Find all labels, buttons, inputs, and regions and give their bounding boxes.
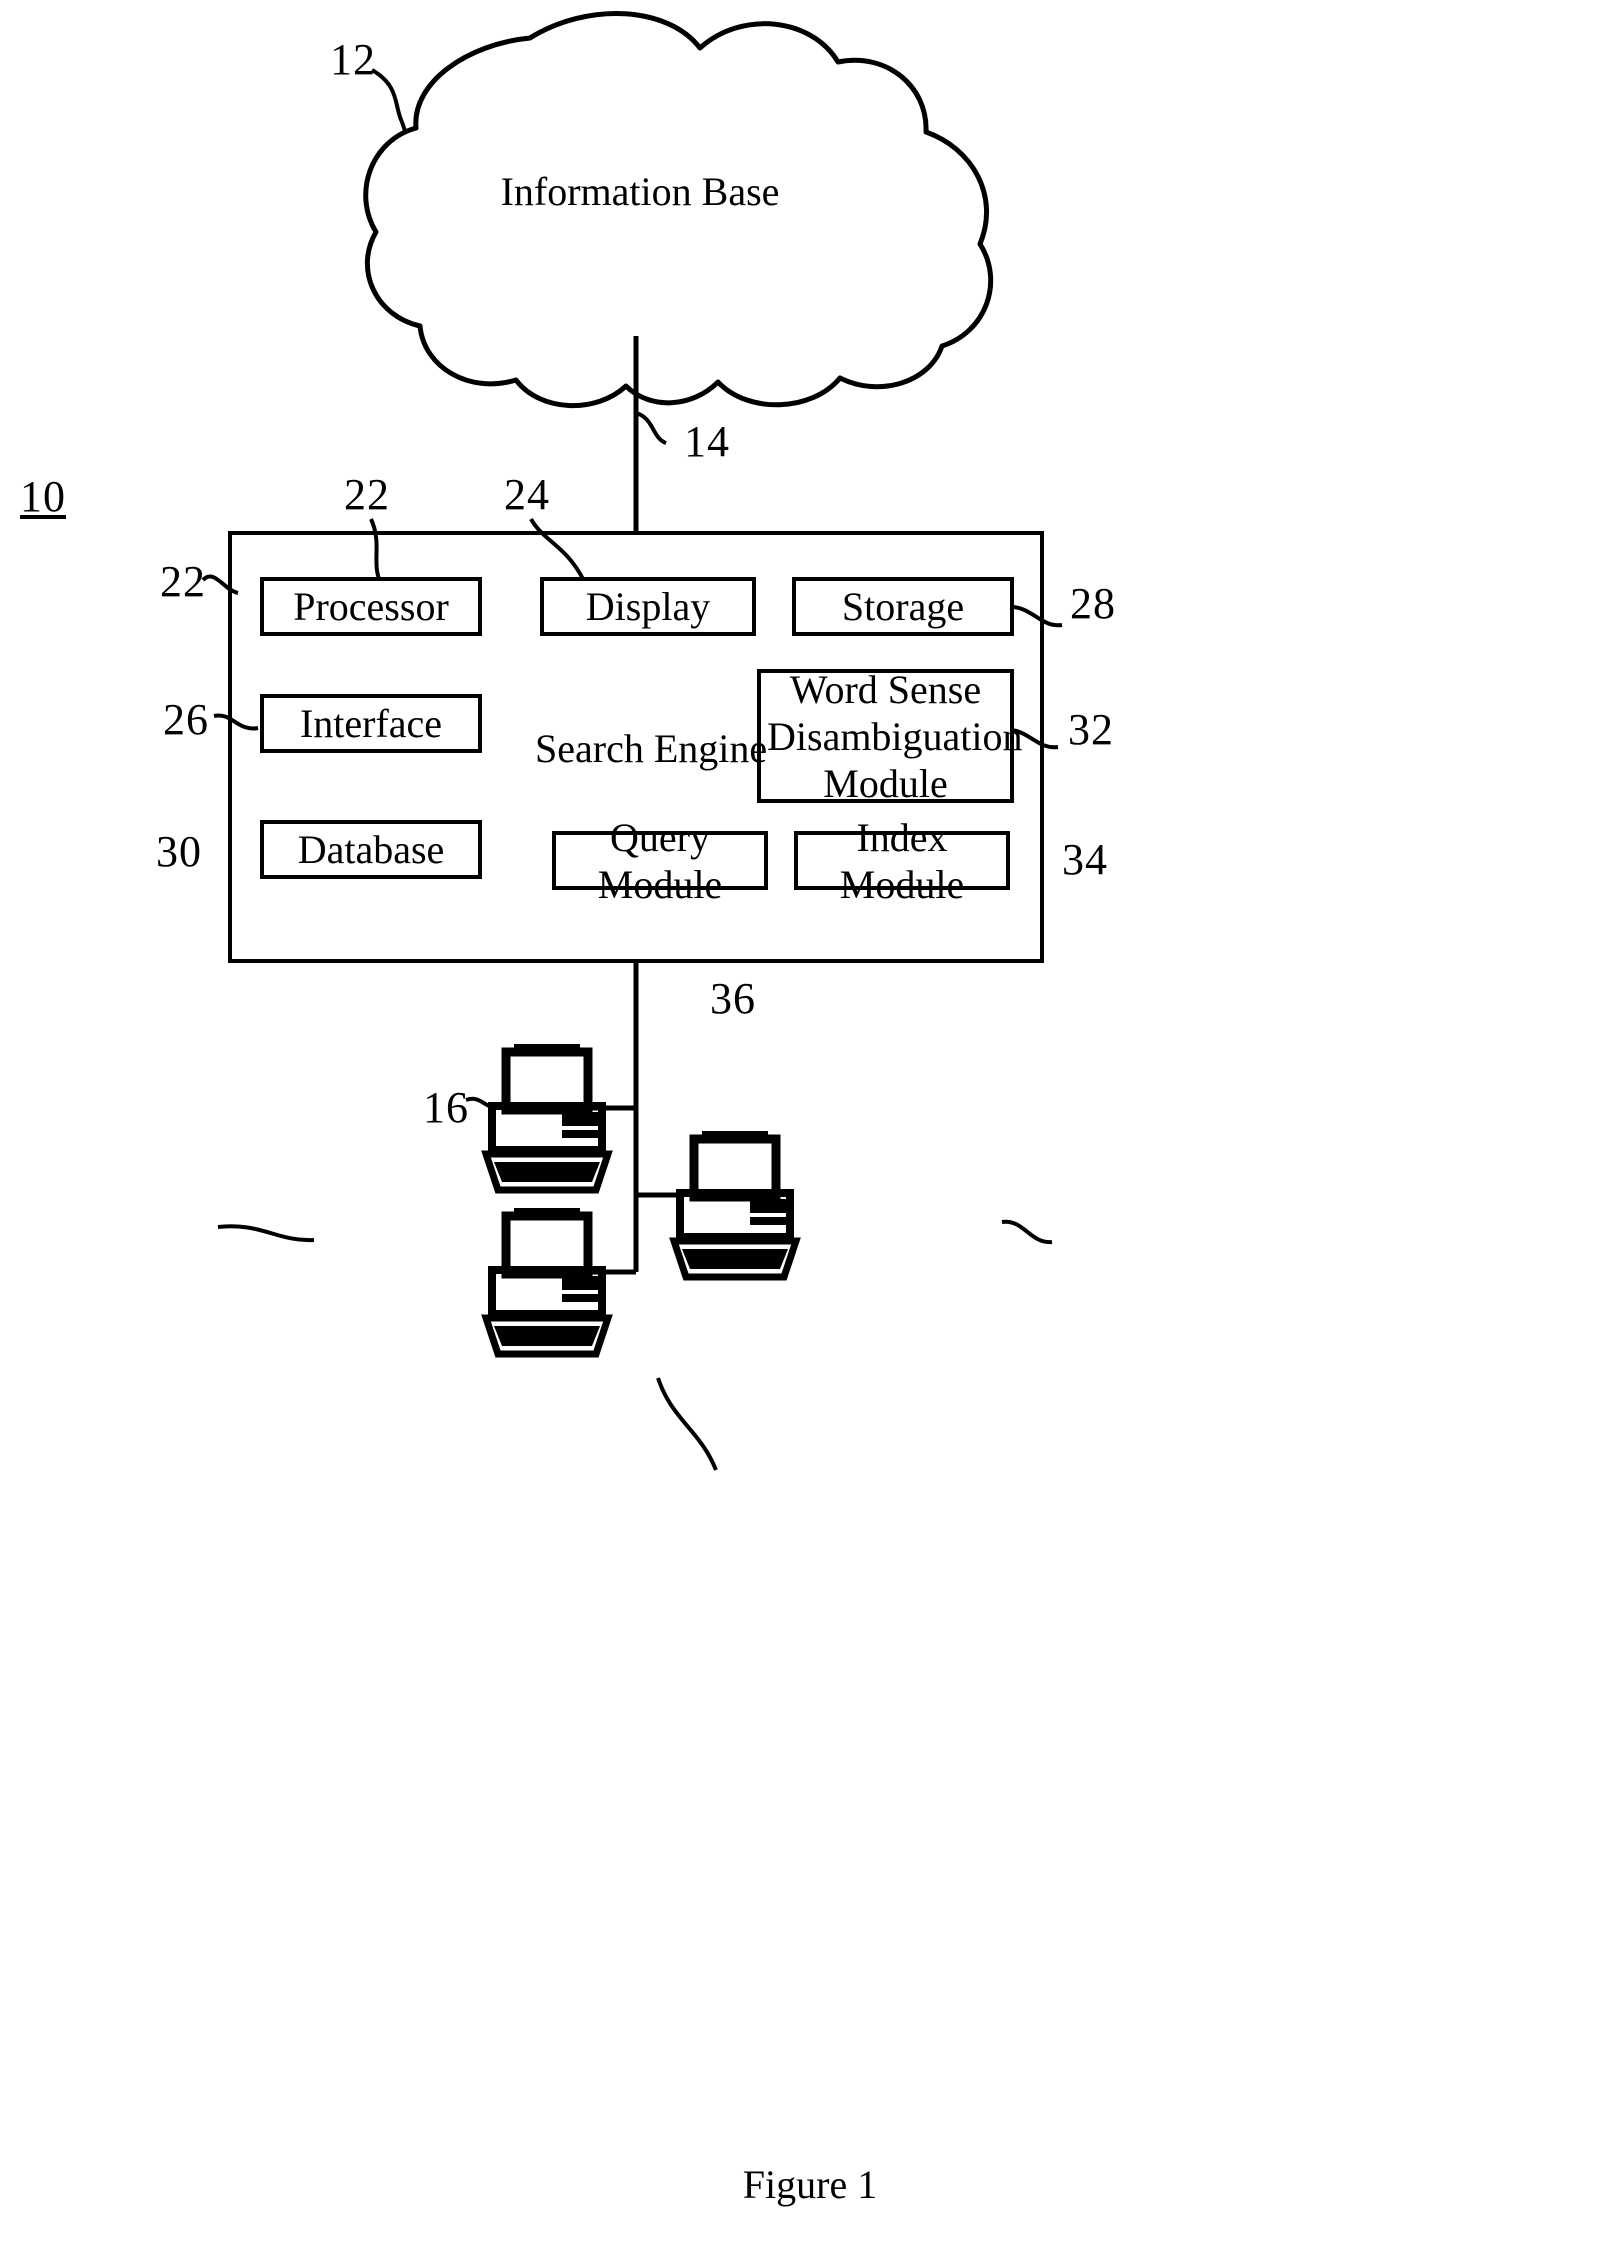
word-sense-disambiguation-module-label: Word Sense Disambiguation Module [767, 666, 1023, 806]
word-sense-disambiguation-module-box[interactable]: Word Sense Disambiguation Module [757, 667, 1023, 806]
ref-numeral-26: 26 [163, 695, 209, 744]
ref-numeral-24: 24 [504, 470, 550, 519]
desktop-computer-icon [669, 1131, 801, 1281]
leader-line-12 [370, 68, 408, 135]
ref-numeral-22: 22 [344, 470, 390, 519]
database-box[interactable]: Database [260, 820, 482, 879]
interface-box[interactable]: Interface [260, 694, 482, 753]
desktop-computer-icon [481, 1208, 613, 1358]
ref-numeral-20: 22 [160, 557, 206, 606]
index-module-box[interactable]: Index Module [794, 815, 1010, 907]
connector-cloud-to-system [633, 336, 667, 531]
ref-numeral-36: 36 [710, 974, 756, 1023]
ref-numeral-30: 30 [156, 827, 202, 876]
leader-line-34 [1001, 1219, 1053, 1245]
ref-numeral-28: 28 [1070, 579, 1116, 628]
processor-label: Processor [293, 584, 449, 629]
display-box[interactable]: Display [540, 577, 756, 636]
database-label: Database [297, 827, 445, 872]
ref-numeral-32: 32 [1068, 705, 1114, 754]
desktop-computer-icon [481, 1044, 613, 1194]
figure-caption: Figure 1 [742, 2162, 878, 2207]
information-base-label: Information Base [500, 169, 780, 214]
ref-numeral-14: 14 [684, 417, 730, 466]
information-base-label-wrap: Information Base [380, 170, 900, 213]
query-module-box[interactable]: Query Module [552, 815, 768, 907]
index-module-label: Index Module [839, 814, 965, 907]
ref-numeral-34: 34 [1062, 835, 1108, 884]
ref-numeral-10: 10 [20, 472, 66, 521]
storage-label: Storage [841, 584, 965, 629]
leader-line-36 [656, 1377, 718, 1471]
storage-box[interactable]: Storage [792, 577, 1014, 636]
ref-numeral-12: 12 [330, 35, 376, 84]
processor-box[interactable]: Processor [260, 577, 482, 636]
query-module-label: Query Module [597, 814, 723, 907]
search-engine-label: Search Engine [535, 726, 768, 771]
patent-figure-1: Information Base 12 14 10 22 22 24 28 26… [0, 0, 1620, 2252]
leader-line-30 [217, 1224, 315, 1243]
figure-vector-layer [201, 11, 1063, 1471]
ref-numeral-16: 16 [423, 1083, 469, 1132]
interface-label: Interface [299, 701, 443, 746]
display-label: Display [585, 584, 711, 629]
